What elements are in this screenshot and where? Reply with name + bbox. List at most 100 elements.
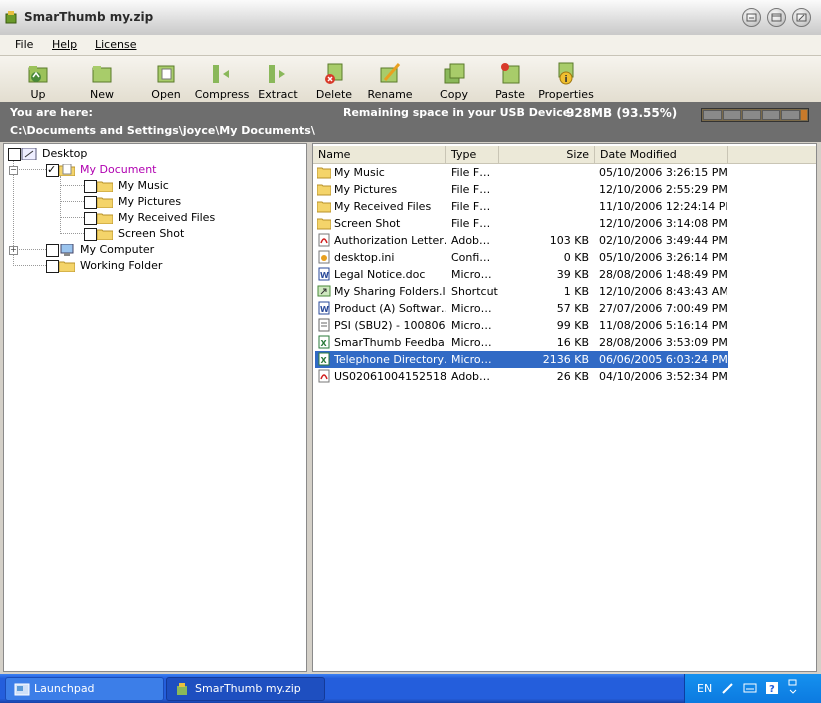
file-row[interactable]: X Telephone Directory… Micro… 2136 KB 06/06/… (315, 351, 728, 368)
menu-file[interactable]: File (15, 38, 33, 51)
column-type[interactable]: Type (446, 146, 499, 163)
extract-icon (269, 65, 285, 83)
tree-checkbox[interactable] (84, 180, 97, 193)
minimize-button[interactable] (742, 8, 761, 27)
task-smarthumb[interactable]: SmarThumb my.zip (166, 677, 325, 701)
tree-checkbox[interactable] (84, 212, 97, 225)
launchpad-button[interactable]: Launchpad (5, 677, 164, 701)
tree-checkbox[interactable] (46, 260, 59, 273)
maximize-button[interactable] (767, 8, 786, 27)
list-header: Name Type Size Date Modified (313, 146, 816, 164)
file-name: desktop.ini (334, 251, 395, 264)
file-row[interactable]: US02061004152518… Adob… 26 KB 04/10/2006 3:… (315, 368, 728, 385)
file-row[interactable]: W Product (A) Softwar… Micro… 57 KB 27/07/20… (315, 300, 728, 317)
file-date: 11/08/2006 5:16:14 PM (599, 319, 727, 332)
folder-icon (317, 201, 331, 213)
title-bar[interactable]: SmarThumb my.zip (0, 0, 821, 36)
column-name[interactable]: Name (313, 146, 446, 163)
file-row[interactable]: X SmarThumb Feedba… Micro… 16 KB 28/08/2006 … (315, 334, 728, 351)
remaining-space-label: Remaining space in your USB Device: (343, 106, 575, 119)
minimize-icon (746, 13, 757, 22)
location-bar: You are here: C:\Documents and Settings\… (0, 102, 821, 142)
properties-button[interactable]: i Properties (538, 58, 594, 102)
file-row[interactable]: My Sharing Folders.lnk Shortcut 1 KB 12/10/… (315, 283, 728, 300)
paste-button[interactable]: Paste (482, 58, 538, 102)
delete-button[interactable]: Delete (306, 58, 362, 102)
svg-text:W: W (320, 271, 329, 280)
file-list-pane[interactable]: Name Type Size Date Modified My Music Fil… (312, 143, 817, 672)
file-type: Confi… (451, 251, 491, 264)
new-button[interactable]: New (74, 58, 130, 102)
folder-icon (317, 184, 331, 196)
compress-button[interactable]: Compress (194, 58, 250, 102)
file-date: 11/10/2006 12:24:14 PM (599, 200, 727, 213)
file-size: 57 KB (556, 302, 589, 315)
close-button[interactable] (792, 8, 811, 27)
folder-tree-pane[interactable]: Desktop − My Document My Music My Pictures My… (3, 143, 307, 672)
file-size: 103 KB (549, 234, 589, 247)
file-name: Authorization Letter… (334, 234, 446, 247)
language-indicator[interactable]: EN (697, 682, 712, 695)
file-row[interactable]: My Received Files File F… 11/10/2006 12:24… (315, 198, 728, 215)
svg-text:i: i (565, 75, 568, 85)
tree-checkbox[interactable] (46, 244, 59, 257)
file-row[interactable]: desktop.ini Confi… 0 KB 05/10/2006 3:26:14 … (315, 249, 728, 266)
file-name: Legal Notice.doc (334, 268, 426, 281)
file-row[interactable]: Authorization Letter… Adob… 103 KB 02/10/20… (315, 232, 728, 249)
file-name: My Received Files (334, 200, 432, 213)
file-name: Screen Shot (334, 217, 401, 230)
file-type: File F… (451, 200, 491, 213)
tree-checkbox[interactable] (8, 148, 21, 161)
open-icon (157, 65, 175, 83)
svg-text:W: W (320, 305, 329, 314)
extract-button[interactable]: Extract (250, 58, 306, 102)
menu-help[interactable]: Help (52, 38, 77, 51)
menu-bar: File Help License (0, 35, 821, 56)
file-row[interactable]: PSI (SBU2) - 100806… Micro… 99 KB 11/08/200… (315, 317, 728, 334)
file-row[interactable]: My Pictures File F… 12/10/2006 2:55:29 PM (315, 181, 728, 198)
file-name: US02061004152518… (334, 370, 446, 383)
keyboard-icon[interactable] (743, 681, 757, 695)
file-size: 26 KB (556, 370, 589, 383)
up-icon (28, 66, 48, 83)
copy-label: Copy (440, 88, 468, 101)
file-date: 05/10/2006 3:26:15 PM (599, 166, 727, 179)
up-button[interactable]: Up (10, 58, 66, 102)
file-row[interactable]: Screen Shot File F… 12/10/2006 3:14:08 PM (315, 215, 728, 232)
remaining-space-value: 928MB (93.55%) (566, 106, 678, 120)
tree-expander-icon[interactable]: − (9, 166, 18, 175)
folder-icon (97, 181, 113, 192)
window-title: SmarThumb my.zip (24, 10, 154, 24)
current-path: C:\Documents and Settings\joyce\My Docum… (10, 124, 315, 137)
tree-checkbox[interactable] (84, 196, 97, 209)
meter-segment (761, 110, 781, 120)
menu-license[interactable]: License (95, 38, 136, 51)
file-name: My Sharing Folders.lnk (334, 285, 446, 298)
open-button[interactable]: Open (138, 58, 194, 102)
help-icon[interactable]: ? (765, 681, 779, 695)
file-name: SmarThumb Feedba… (334, 336, 446, 349)
copy-button[interactable]: Copy (426, 58, 482, 102)
file-type: Shortcut (451, 285, 498, 298)
file-name: My Music (334, 166, 385, 179)
file-row[interactable]: My Music File F… 05/10/2006 3:26:15 PM (315, 164, 728, 181)
app-icon (5, 11, 17, 24)
tree-checkbox[interactable] (84, 228, 97, 241)
tree-checkbox[interactable] (46, 162, 59, 178)
options-icon[interactable] (787, 678, 799, 698)
tree-item-label: My Document (80, 163, 157, 176)
file-type: Micro… (451, 302, 492, 315)
launchpad-icon (14, 683, 30, 696)
rename-button[interactable]: Rename (362, 58, 418, 102)
column-size[interactable]: Size (499, 146, 595, 163)
meter-segment (742, 110, 761, 120)
shortcut-icon (317, 285, 331, 297)
file-name: PSI (SBU2) - 100806… (334, 319, 446, 332)
column-date-modified[interactable]: Date Modified (595, 146, 728, 163)
tree-item-label: Working Folder (80, 259, 163, 272)
pen-icon[interactable] (721, 681, 735, 695)
tree-expander-icon[interactable]: + (9, 246, 18, 255)
file-row[interactable]: W Legal Notice.doc Micro… 39 KB 28/08/2006 1… (315, 266, 728, 283)
task-label: SmarThumb my.zip (195, 682, 301, 695)
tree-connector-line (13, 265, 46, 266)
